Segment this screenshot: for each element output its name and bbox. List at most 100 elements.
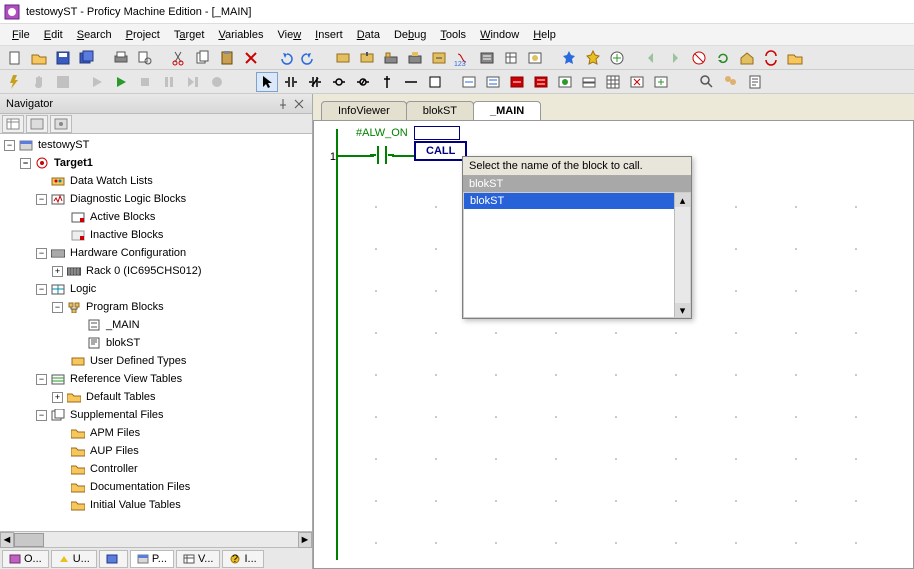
print-preview-icon[interactable]	[134, 48, 156, 68]
new-icon[interactable]	[4, 48, 26, 68]
tree-hw[interactable]: Hardware Configuration	[70, 247, 186, 259]
toggle-icon[interactable]: −	[36, 410, 47, 421]
menu-file[interactable]: File	[6, 27, 36, 43]
tree-logic[interactable]: Logic	[70, 283, 96, 295]
toggle-icon[interactable]: −	[20, 158, 31, 169]
scroll-up-icon[interactable]: ▴	[675, 193, 690, 207]
toggle-icon[interactable]: −	[36, 374, 47, 385]
print-icon[interactable]	[110, 48, 132, 68]
tool-b-icon[interactable]	[356, 48, 378, 68]
project-tree[interactable]: − testowyST − Target1 Data Watch Lists −…	[0, 134, 312, 531]
call-name-field[interactable]	[414, 126, 460, 140]
find-icon[interactable]	[696, 72, 718, 92]
save-icon[interactable]	[52, 48, 74, 68]
dropdown-input[interactable]: blokST	[463, 176, 691, 192]
tool-123-icon[interactable]: 123	[452, 48, 474, 68]
menu-data[interactable]: Data	[351, 27, 386, 43]
menu-project[interactable]: Project	[120, 27, 166, 43]
scroll-thumb[interactable]	[14, 533, 44, 547]
doc-icon[interactable]	[744, 72, 766, 92]
tool-i-icon[interactable]	[606, 48, 628, 68]
menu-help[interactable]: Help	[527, 27, 562, 43]
dropdown-scrollbar[interactable]: ▴ ▾	[674, 193, 690, 317]
tree-rack[interactable]: Rack 0 (IC695CHS012)	[86, 265, 202, 277]
ld4-icon[interactable]	[530, 72, 552, 92]
toggle-icon[interactable]: −	[36, 248, 47, 259]
scroll-left-icon[interactable]: ◄	[0, 532, 14, 548]
toggle-icon[interactable]: −	[4, 140, 15, 151]
ladder-editor[interactable]: 1 #ALW_ON CALL Select the name of the bl…	[313, 120, 914, 569]
menu-edit[interactable]: Edit	[38, 27, 69, 43]
bolt-icon[interactable]	[4, 72, 26, 92]
tree-target[interactable]: Target1	[54, 157, 93, 169]
close-icon[interactable]	[292, 97, 306, 111]
tree-ctrl[interactable]: Controller	[90, 463, 138, 475]
coil-icon[interactable]	[328, 72, 350, 92]
tree-supp[interactable]: Supplemental Files	[70, 409, 164, 421]
refresh-icon[interactable]	[712, 48, 734, 68]
toggle-icon[interactable]: +	[52, 392, 63, 403]
menu-view[interactable]: View	[272, 27, 308, 43]
nav-tab-2[interactable]	[26, 115, 48, 133]
tool-d-icon[interactable]	[404, 48, 426, 68]
arrow-right-icon[interactable]	[664, 48, 686, 68]
toggle-icon[interactable]: +	[52, 266, 63, 277]
contact-no-icon[interactable]	[370, 143, 394, 167]
cancel-icon[interactable]	[688, 48, 710, 68]
skip-icon[interactable]	[182, 72, 204, 92]
sync-icon[interactable]	[760, 48, 782, 68]
ld7-icon[interactable]	[626, 72, 648, 92]
menu-target[interactable]: Target	[168, 27, 211, 43]
ld3-icon[interactable]	[506, 72, 528, 92]
tool-h-icon[interactable]	[524, 48, 546, 68]
tree-data-watch[interactable]: Data Watch Lists	[70, 175, 153, 187]
tree-program-blocks[interactable]: Program Blocks	[86, 301, 164, 313]
find-users-icon[interactable]	[720, 72, 742, 92]
redo-icon[interactable]	[298, 48, 320, 68]
tree-blokst[interactable]: blokST	[106, 337, 140, 349]
tool-f-icon[interactable]	[476, 48, 498, 68]
tree-aup[interactable]: AUP Files	[90, 445, 139, 457]
tree-deftables[interactable]: Default Tables	[86, 391, 156, 403]
ld8-icon[interactable]	[650, 72, 672, 92]
toggle-icon[interactable]: −	[36, 194, 47, 205]
hand-icon[interactable]	[28, 72, 50, 92]
open-icon[interactable]	[28, 48, 50, 68]
nav-tab-1[interactable]	[2, 115, 24, 133]
record-icon[interactable]	[206, 72, 228, 92]
btab-4[interactable]: V...	[176, 550, 221, 568]
tree-project[interactable]: testowyST	[38, 139, 89, 151]
stop-icon[interactable]	[134, 72, 156, 92]
btab-3[interactable]: P...	[130, 550, 174, 568]
paste-icon[interactable]	[216, 48, 238, 68]
btab-2[interactable]	[99, 550, 128, 568]
ld1-icon[interactable]	[458, 72, 480, 92]
save-all-icon[interactable]	[76, 48, 98, 68]
tree-docf[interactable]: Documentation Files	[90, 481, 190, 493]
menu-insert[interactable]: Insert	[309, 27, 349, 43]
toggle-icon[interactable]: −	[36, 284, 47, 295]
menu-debug[interactable]: Debug	[388, 27, 432, 43]
btab-1[interactable]: U...	[51, 550, 97, 568]
doc-tab-blokst[interactable]: blokST	[406, 101, 474, 120]
doc-tab-infoviewer[interactable]: InfoViewer	[321, 101, 407, 120]
home-icon[interactable]	[736, 48, 758, 68]
tree-diag[interactable]: Diagnostic Logic Blocks	[70, 193, 186, 205]
menu-variables[interactable]: Variables	[212, 27, 269, 43]
copy-icon[interactable]	[192, 48, 214, 68]
ld5-icon[interactable]	[554, 72, 576, 92]
cut-icon[interactable]	[168, 48, 190, 68]
doc-tab-main[interactable]: _MAIN	[473, 101, 541, 120]
toggle-icon[interactable]: −	[52, 302, 63, 313]
save2-icon[interactable]	[52, 72, 74, 92]
undo-icon[interactable]	[274, 48, 296, 68]
btab-5[interactable]: ?I...	[222, 550, 263, 568]
menu-tools[interactable]: Tools	[434, 27, 472, 43]
tree-ivt[interactable]: Initial Value Tables	[90, 499, 181, 511]
block-icon[interactable]	[424, 72, 446, 92]
menu-window[interactable]: Window	[474, 27, 525, 43]
call-instruction[interactable]: CALL	[414, 141, 467, 161]
ld2-icon[interactable]	[482, 72, 504, 92]
vwire-icon[interactable]	[376, 72, 398, 92]
tree-main[interactable]: _MAIN	[106, 319, 140, 331]
